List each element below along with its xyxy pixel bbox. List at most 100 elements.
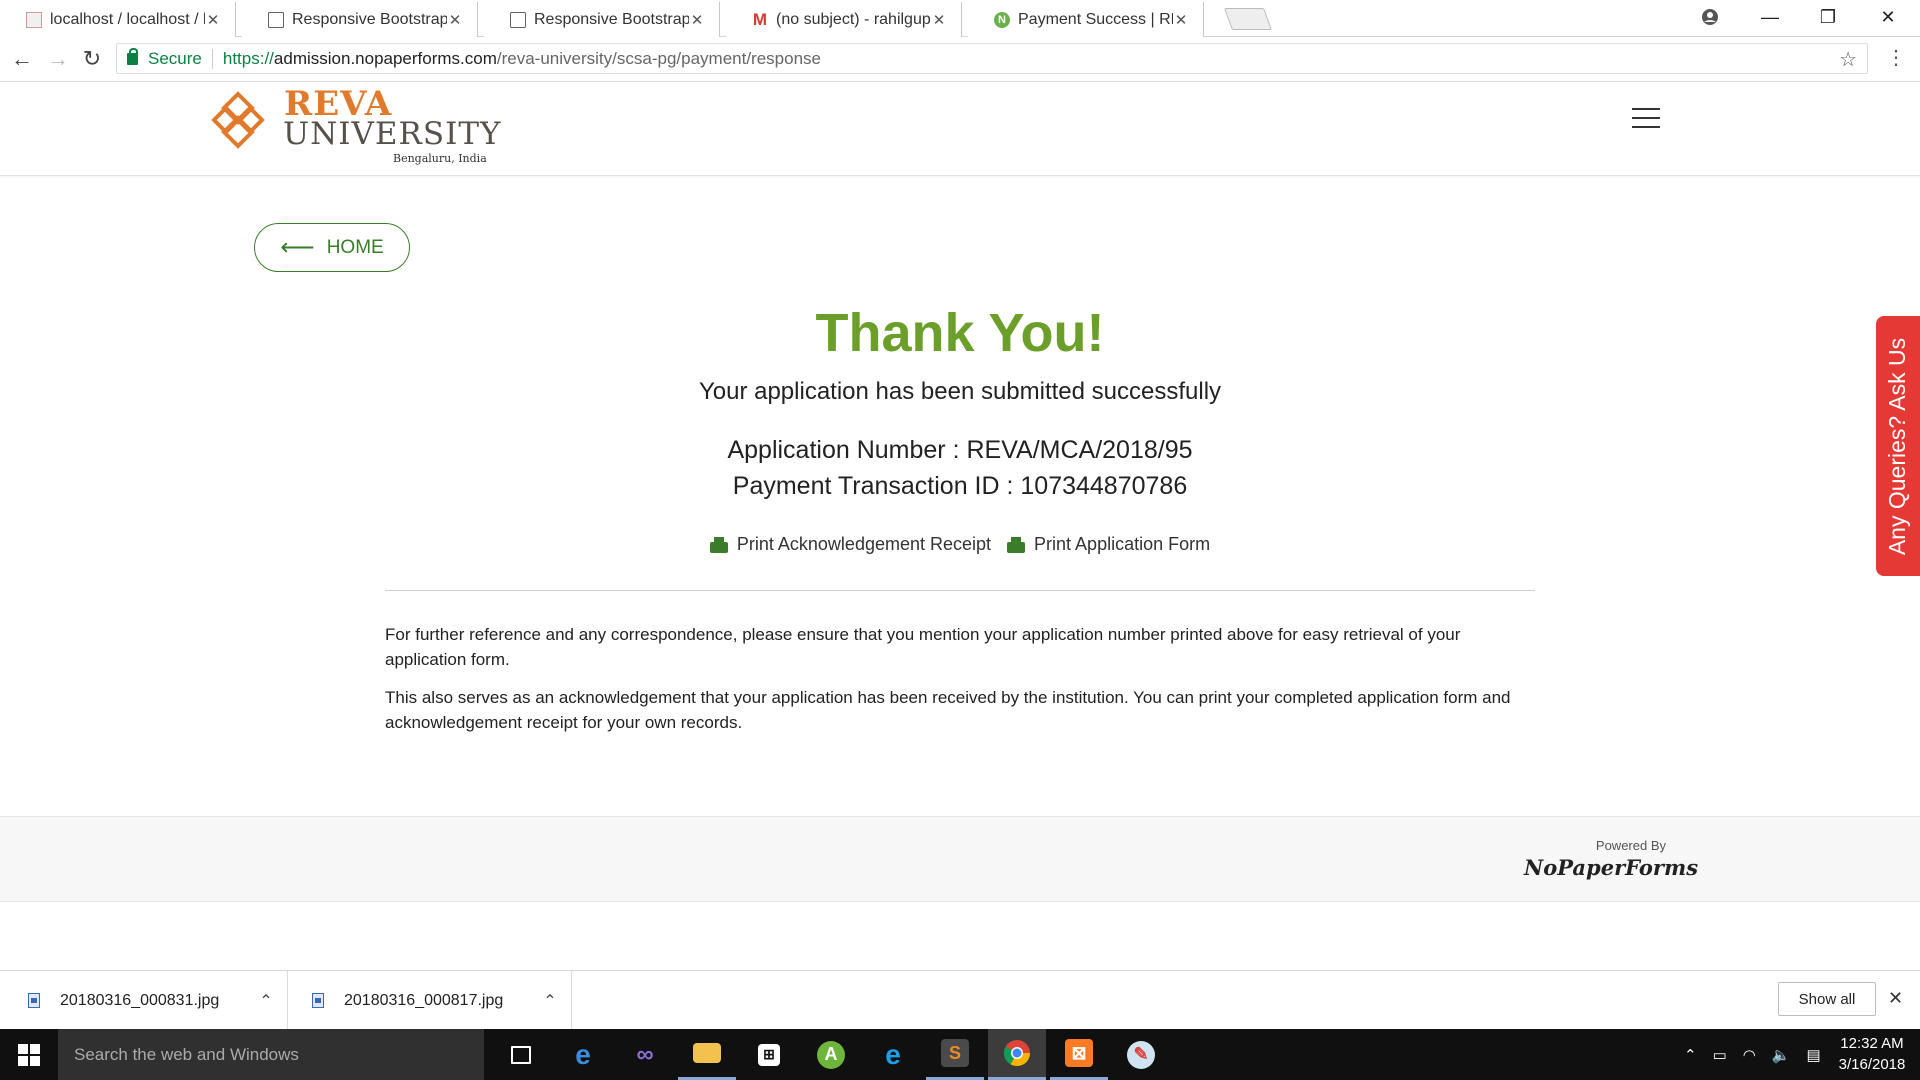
tab-title: Payment Success | REVA [1018, 10, 1173, 28]
task-view-icon[interactable] [492, 1029, 550, 1080]
print-actions: Print Acknowledgement Receipt Print Appl… [0, 534, 1920, 555]
close-icon[interactable]: ✕ [689, 11, 705, 29]
tab-title: (no subject) - rahilgupta [776, 10, 931, 28]
notifications-icon[interactable]: ▤ [1807, 1046, 1821, 1064]
close-icon[interactable]: ✕ [1173, 11, 1189, 29]
download-filename: 20180316_000831.jpg [60, 991, 220, 1009]
url-domain: admission.nopaperforms.com [273, 48, 497, 68]
windows-taskbar: Search the web and Windows e ∞ ⊞ A e S ⊠… [0, 1029, 1920, 1080]
lock-icon [127, 47, 138, 65]
android-studio-icon[interactable]: A [802, 1029, 860, 1080]
printer-icon [1007, 536, 1026, 553]
home-button[interactable]: ⟵ HOME [254, 223, 410, 272]
secure-label: Secure [148, 48, 202, 68]
separator [211, 48, 213, 69]
close-icon[interactable]: ✕ [205, 11, 221, 29]
url-scheme: https:// [222, 48, 274, 68]
submission-message: Your application has been submitted succ… [698, 378, 1222, 405]
nopaperforms-icon: N [994, 11, 1010, 28]
nopaperforms-logo: NoPaperForms [1524, 855, 1699, 880]
gmail-icon: M [752, 9, 768, 29]
close-icon[interactable]: ✕ [931, 11, 947, 29]
phpmyadmin-icon [26, 11, 42, 28]
show-all-downloads-button[interactable]: Show all [1778, 982, 1876, 1016]
paint-icon[interactable]: ✎ [1112, 1029, 1170, 1080]
download-filename: 20180316_000817.jpg [344, 991, 504, 1009]
sublime-text-icon[interactable]: S [926, 1029, 984, 1080]
print-form-label: Print Application Form [1034, 534, 1211, 554]
home-button-label: HOME [326, 236, 384, 258]
acknowledgement-note: This also serves as an acknowledgement t… [385, 688, 1511, 732]
chevron-up-icon[interactable]: ⌃ [543, 991, 556, 1011]
new-tab-button[interactable] [1223, 8, 1273, 30]
browser-tab[interactable]: M (no subject) - rahilgupta ✕ [726, 2, 962, 37]
browser-tab-strip: localhost / localhost / bp ✕ Responsive … [0, 0, 1920, 37]
logo-tagline: Bengaluru, India [393, 152, 487, 165]
minimize-icon[interactable]: — [1742, 0, 1798, 34]
printer-icon [709, 536, 728, 553]
arrow-left-icon: ⟵ [280, 233, 315, 261]
logo-word-university: UNIVERSITY [283, 116, 502, 152]
download-shelf: 20180316_000831.jpg ⌃ 20180316_000817.jp… [0, 970, 1920, 1030]
file-explorer-icon[interactable] [678, 1029, 736, 1080]
transaction-id: Payment Transaction ID : 107344870786 [732, 472, 1188, 500]
windows-start-icon[interactable] [18, 1044, 40, 1066]
reference-note: For further reference and any correspond… [385, 625, 1461, 669]
image-file-icon [312, 993, 324, 1008]
volume-icon[interactable]: 🔈 [1772, 1046, 1791, 1064]
taskbar-search-box[interactable]: Search the web and Windows [58, 1029, 484, 1080]
system-tray: ⌃ ▭ ◠ 🔈 ▤ [1676, 1029, 1829, 1080]
window-close-icon[interactable]: ✕ [1860, 0, 1916, 34]
download-item[interactable]: 20180316_000817.jpg ⌃ [288, 971, 572, 1030]
chevron-up-icon[interactable]: ⌃ [259, 991, 272, 1011]
browser-tab-active[interactable]: N Payment Success | REVA ✕ [968, 2, 1204, 37]
taskbar-clock[interactable]: 12:32 AM 3/16/2018 [1830, 1033, 1914, 1075]
reva-emblem-icon [211, 91, 265, 149]
url-path: /reva-university/scsa-pg/payment/respons… [496, 48, 821, 68]
browser-tab[interactable]: Responsive Bootstrap Ad ✕ [484, 2, 720, 37]
internet-explorer-icon[interactable]: e [864, 1029, 922, 1080]
bookmark-star-icon[interactable]: ☆ [1839, 47, 1857, 72]
browser-toolbar: ← → ↻ Secure https:// admission.nopaperf… [0, 37, 1920, 82]
application-number: Application Number : REVA/MCA/2018/95 [727, 436, 1193, 464]
ask-us-tab[interactable]: Any Queries? Ask Us [1876, 316, 1920, 576]
document-icon [510, 11, 526, 28]
close-shelf-icon[interactable]: ✕ [1888, 988, 1903, 1009]
chrome-icon[interactable] [988, 1029, 1046, 1080]
browser-tab[interactable]: Responsive Bootstrap Ad ✕ [242, 2, 478, 37]
image-file-icon [28, 993, 40, 1008]
forward-icon[interactable]: → [44, 45, 72, 73]
close-icon[interactable]: ✕ [447, 11, 463, 29]
chevron-up-icon[interactable]: ⌃ [1684, 1046, 1697, 1064]
wifi-icon[interactable]: ◠ [1743, 1046, 1756, 1064]
browser-menu-icon[interactable]: ⋮ [1886, 45, 1906, 70]
tab-title: localhost / localhost / bp [50, 10, 205, 28]
browser-tab[interactable]: localhost / localhost / bp ✕ [0, 2, 236, 37]
profile-icon[interactable] [1682, 0, 1738, 34]
content-divider [385, 590, 1535, 591]
back-icon[interactable]: ← [8, 45, 36, 73]
powered-by-badge[interactable]: Powered By NoPaperForms [1524, 838, 1699, 880]
ask-us-label: Any Queries? Ask Us [1884, 337, 1911, 555]
battery-icon[interactable]: ▭ [1713, 1046, 1727, 1064]
powered-by-label: Powered By [1595, 838, 1666, 853]
clock-date: 3/16/2018 [1838, 1056, 1906, 1073]
print-receipt-link[interactable]: Print Acknowledgement Receipt [709, 534, 992, 555]
print-receipt-label: Print Acknowledgement Receipt [736, 534, 992, 554]
document-icon [268, 11, 284, 28]
tab-title: Responsive Bootstrap Ad [534, 10, 689, 28]
reva-university-logo[interactable]: REVA UNIVERSITY Bengaluru, India [208, 84, 500, 166]
address-bar[interactable]: Secure https:// admission.nopaperforms.c… [116, 43, 1868, 74]
thank-you-heading: Thank You! [815, 303, 1105, 363]
hamburger-menu-icon[interactable] [1632, 108, 1660, 128]
download-item[interactable]: 20180316_000831.jpg ⌃ [0, 971, 288, 1030]
restore-icon[interactable]: ❐ [1800, 0, 1856, 34]
reload-icon[interactable]: ↻ [78, 45, 106, 73]
store-icon[interactable]: ⊞ [740, 1029, 798, 1080]
clock-time: 12:32 AM [1840, 1035, 1904, 1052]
xampp-icon[interactable]: ⊠ [1050, 1029, 1108, 1080]
print-form-link[interactable]: Print Application Form [1007, 534, 1210, 555]
visual-studio-icon[interactable]: ∞ [616, 1029, 674, 1080]
tab-title: Responsive Bootstrap Ad [292, 10, 447, 28]
edge-icon[interactable]: e [554, 1029, 612, 1080]
